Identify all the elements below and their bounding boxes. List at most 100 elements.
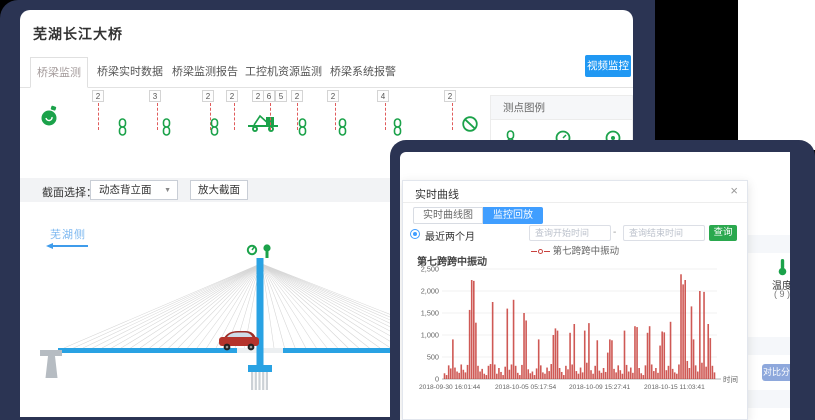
video-monitor-button[interactable]: 视频监控 (585, 55, 631, 77)
svg-text:2,000: 2,000 (421, 287, 439, 296)
tower-top-sensor-icon[interactable] (248, 244, 271, 258)
chart-bar (689, 368, 691, 379)
chain-sensor-icon[interactable] (209, 118, 221, 136)
prohibited-sensor-icon[interactable] (461, 115, 479, 133)
playback-page: 图例 温度 ( 9 ) 对比分析 对比分析 测点列表 实时曲线 × 实时曲线图 … (400, 152, 790, 420)
tab-realtime-data[interactable]: 桥梁实时数据 (97, 57, 163, 88)
tab-system-alarm[interactable]: 桥梁系统报警 (330, 57, 396, 88)
chart-bar (643, 375, 645, 379)
chart-bar (601, 373, 603, 379)
chart-bar (544, 374, 546, 379)
chart-bar (471, 280, 473, 379)
chart-bar (481, 369, 483, 379)
chart-bar (611, 340, 613, 379)
chart-bar (506, 309, 508, 379)
weigh-truck-icon[interactable] (246, 112, 280, 134)
chart-bar (488, 366, 490, 379)
chart-bar (530, 373, 532, 379)
chart-bar (707, 324, 709, 379)
sensor-count-badge: 6 (263, 90, 275, 102)
wind-sensor-icon[interactable] (40, 105, 58, 127)
temperature-count: ( 9 ) (764, 289, 790, 299)
chain-sensor-icon[interactable] (161, 118, 173, 136)
chart-bar (569, 333, 571, 379)
chart-bar (607, 353, 609, 379)
chart-bar (695, 365, 697, 379)
enlarge-section-button[interactable]: 放大截面 (190, 180, 248, 200)
chart-bar (661, 331, 663, 379)
chart-bar (712, 366, 714, 379)
chart-bar (663, 332, 665, 379)
modal-title: 实时曲线 (415, 186, 459, 202)
chart-bar (467, 365, 469, 379)
chart-bar (513, 300, 515, 379)
sensor-dash-line (98, 103, 99, 130)
sensor-count-badge: 5 (275, 90, 287, 102)
chart-bar (710, 338, 712, 379)
sensor-dash-line (452, 103, 453, 130)
chain-sensor-icon[interactable] (337, 118, 349, 136)
chart-bar (670, 322, 672, 379)
chain-sensor-icon[interactable] (297, 118, 309, 136)
chart-bar (605, 372, 607, 379)
chart-bar (542, 372, 544, 379)
chart-bar (538, 339, 540, 379)
tab-monitor-playback[interactable]: 监控回放 (483, 207, 543, 224)
chart-bar (701, 363, 703, 379)
chart-bar (496, 374, 498, 379)
chart-bar (456, 372, 458, 379)
chart-bar (640, 373, 642, 379)
chevron-down-icon: ▼ (164, 182, 171, 200)
svg-text:2018-10-15 11:03:41: 2018-10-15 11:03:41 (644, 384, 705, 391)
svg-text:500: 500 (427, 353, 439, 362)
query-button[interactable]: 查询 (709, 225, 737, 241)
query-end-time-input[interactable] (623, 225, 705, 241)
last-two-months-radio[interactable] (410, 229, 420, 239)
chart-bar (682, 284, 684, 379)
chart-bar (645, 365, 647, 379)
sensor-count-badge: 2 (327, 90, 339, 102)
tab-monitor-report[interactable]: 桥梁监测报告 (172, 57, 238, 88)
chart-bar (500, 372, 502, 379)
chart-bar (609, 339, 611, 379)
chart-bar (454, 368, 456, 379)
vibration-chart: 05001,0001,5002,0002,5002018-09-30 16:01… (409, 263, 747, 397)
chain-sensor-icon[interactable] (117, 118, 129, 136)
chart-bar (483, 374, 485, 379)
chart-bar (599, 371, 601, 379)
chart-bar (596, 340, 598, 379)
chart-bar (582, 372, 584, 379)
tab-ipc-resource[interactable]: 工控机资源监测 (245, 57, 322, 88)
thermometer-icon[interactable] (774, 258, 790, 276)
chart-bar (465, 372, 467, 379)
chart-bar (546, 368, 548, 379)
query-start-time-input[interactable] (529, 225, 611, 241)
svg-text:1,500: 1,500 (421, 309, 439, 318)
playback-window: 图例 温度 ( 9 ) 对比分析 对比分析 测点列表 实时曲线 × 实时曲线图 … (390, 140, 815, 420)
realtime-curve-modal: 实时曲线 × 实时曲线图 监控回放 最近两个月 - 查询 第七跨跨中振动 第七跨… (402, 180, 748, 420)
tab-realtime-curve[interactable]: 实时曲线图 (413, 207, 483, 224)
chart-bar (567, 369, 569, 379)
sensor-count-badge: 2 (92, 90, 104, 102)
sensor-count-badge: 3 (149, 90, 161, 102)
chart-bar (452, 339, 454, 379)
section-select-value: 动态背立面 (99, 184, 152, 196)
svg-text:2018-10-09 15:27:41: 2018-10-09 15:27:41 (569, 384, 631, 391)
chart-bar (557, 331, 559, 379)
chart-bar (693, 339, 695, 379)
close-icon[interactable]: × (730, 183, 738, 198)
compare-analysis-button[interactable]: 对比分析 (762, 364, 790, 381)
legend-panel-title: 测点图例 (491, 96, 632, 120)
chart-bar (573, 324, 575, 379)
chart-bar (458, 373, 460, 379)
chart-bar (703, 292, 705, 379)
sensor-count-badge: 2 (444, 90, 456, 102)
section-select-dropdown[interactable]: 动态背立面 ▼ (90, 180, 178, 200)
chain-sensor-icon[interactable] (392, 118, 404, 136)
svg-text:2018-10-05 05:17:54: 2018-10-05 05:17:54 (495, 384, 557, 391)
chart-bar (620, 370, 622, 379)
chart-bar (571, 364, 573, 379)
tab-bridge-monitoring[interactable]: 桥梁监测 (30, 57, 88, 88)
background-white-region (738, 0, 815, 150)
sensor-dash-line (335, 103, 336, 130)
